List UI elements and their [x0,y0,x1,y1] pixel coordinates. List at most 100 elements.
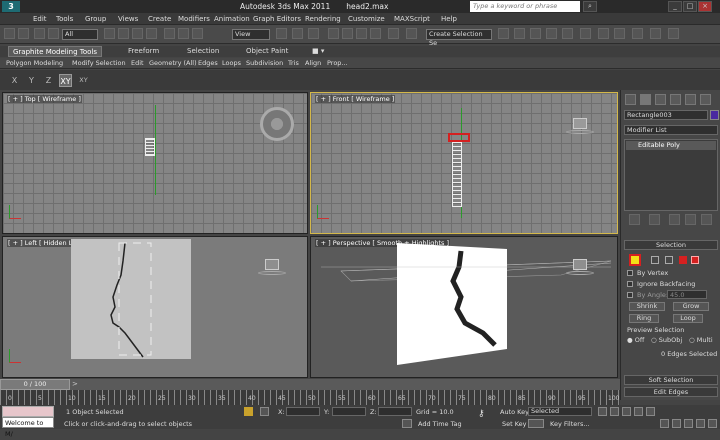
rectangular-selection-icon[interactable] [132,28,143,39]
key-filters-button[interactable]: Key Filters... [550,420,590,428]
panel-modify-selection[interactable]: Modify Selection [72,59,126,67]
element-subobject-icon[interactable] [691,256,699,264]
viewport-front[interactable]: [ + ] Front [ Wireframe ] [310,92,618,234]
welcome-message[interactable]: Welcome to M/ [2,417,54,438]
menu-animation[interactable]: Animation [214,15,250,23]
go-to-start-icon[interactable] [598,407,607,416]
make-unique-icon[interactable] [669,214,680,225]
tab-graphite-modeling-tools[interactable]: Graphite Modeling Tools [8,46,103,57]
object-name-field[interactable]: Rectangle003 [624,110,708,120]
viewcube-icon[interactable] [566,259,594,275]
unlink-icon[interactable] [48,28,59,39]
pivot-center-icon[interactable] [276,28,287,39]
x-coord-field[interactable] [286,407,320,416]
ribbon-options-icon[interactable]: ■ ▾ [308,46,328,57]
edit-edges-rollout-header[interactable]: Edit Edges [624,387,718,397]
schematic-view-icon[interactable] [562,28,573,39]
by-vertex-checkbox[interactable] [627,270,633,276]
preview-off-radio[interactable]: ● Off [627,336,644,344]
rectangle-object-top[interactable] [145,138,155,156]
axis-x-button[interactable]: X [8,74,21,87]
absolute-mode-icon[interactable] [260,407,269,416]
viewport-front-label[interactable]: [ + ] Front [ Wireframe ] [315,95,396,103]
tab-selection[interactable]: Selection [183,46,223,57]
spinner-snap-icon[interactable] [370,28,381,39]
modifier-list-dropdown[interactable]: Modifier List [624,125,718,135]
layer-manager-icon[interactable] [514,28,525,39]
search-icon[interactable]: ⌕ [583,1,597,12]
set-key-icon[interactable] [528,419,544,428]
menu-views[interactable]: Views [118,15,138,23]
panel-polygon-modeling[interactable]: Polygon Modeling [6,59,63,67]
auto-key-button[interactable]: Auto Key [500,408,529,416]
panel-geometry-all[interactable]: Geometry (All) [149,59,197,67]
next-frame-icon[interactable]: > [72,380,78,388]
viewcube-icon[interactable] [566,118,594,134]
minimize-button[interactable]: _ [668,1,682,12]
by-angle-checkbox[interactable] [627,292,633,298]
viewport-top-label[interactable]: [ + ] Top [ Wireframe ] [7,95,82,103]
menu-help[interactable]: Help [441,15,457,23]
viewcube-icon[interactable] [260,107,294,141]
keyboard-shortcut-override-icon[interactable] [308,28,319,39]
zoom-all-icon[interactable] [672,419,681,428]
search-input[interactable]: Type a keyword or phrase [470,1,580,12]
menu-graph-editors[interactable]: Graph Editors [253,15,301,23]
viewport-perspective[interactable]: [ + ] Perspective [ Smooth + Highlights … [310,236,618,378]
configure-modifier-sets-icon[interactable] [701,214,712,225]
activeshade-icon[interactable] [668,28,679,39]
remove-modifier-icon[interactable] [685,214,696,225]
axis-y-button[interactable]: Y [25,74,38,87]
menu-customize[interactable]: Customize [348,15,385,23]
select-and-scale-icon[interactable] [192,28,203,39]
add-time-tag-button[interactable]: Add Time Tag [418,420,462,428]
head-profile-sketch[interactable] [103,241,163,359]
shrink-button[interactable]: Shrink [629,302,665,311]
panel-align[interactable]: Align [305,59,321,67]
menu-group[interactable]: Group [85,15,106,23]
axis-xy-flyout-button[interactable]: XY [77,74,90,87]
pan-icon[interactable] [684,419,693,428]
axis-z-button[interactable]: Z [42,74,55,87]
render-setup-icon[interactable] [598,28,609,39]
track-bar[interactable]: 0 5 10 15 20 25 30 35 40 45 50 55 60 65 70 75 80 85 90 95 10… [0,390,620,405]
ring-button[interactable]: Ring [629,314,659,323]
border-subobject-icon[interactable] [665,256,673,264]
utilities-panel-icon[interactable] [700,94,711,105]
named-selection-set-dropdown[interactable]: Create Selection Se [426,29,492,47]
preview-subobj-radio[interactable]: ○ SubObj [651,336,682,344]
snaps-toggle-icon[interactable] [328,28,339,39]
menu-rendering[interactable]: Rendering [305,15,341,23]
y-coord-field[interactable] [332,407,366,416]
previous-frame-icon[interactable] [610,407,619,416]
pin-stack-icon[interactable] [629,214,640,225]
show-end-result-icon[interactable] [649,214,660,225]
tab-object-paint[interactable]: Object Paint [242,46,292,57]
render-production-icon[interactable] [632,28,643,39]
graphite-toggle-icon[interactable] [530,28,541,39]
maximize-viewport-icon[interactable] [708,419,717,428]
object-color-swatch[interactable] [710,110,719,120]
loop-button[interactable]: Loop [673,314,703,323]
rendered-frame-window-icon[interactable] [614,28,625,39]
viewcube-icon[interactable] [258,259,286,275]
modify-panel-icon[interactable] [640,94,651,105]
viewport-top[interactable]: [ + ] Top [ Wireframe ] [2,92,308,234]
zoom-icon[interactable] [660,419,669,428]
go-to-end-icon[interactable] [646,407,655,416]
window-crossing-icon[interactable] [146,28,157,39]
app-logo-icon[interactable]: 3 [2,1,20,12]
mirror-icon[interactable] [406,28,417,39]
edit-named-selection-icon[interactable] [388,28,399,39]
select-and-rotate-icon[interactable] [178,28,189,39]
selection-rollout-header[interactable]: Selection [624,240,718,250]
close-button[interactable]: × [698,1,712,12]
menu-create[interactable]: Create [148,15,171,23]
select-by-name-icon[interactable] [118,28,129,39]
hierarchy-panel-icon[interactable] [655,94,666,105]
redo-icon[interactable] [18,28,29,39]
edge-subobject-icon[interactable] [651,256,659,264]
key-mode-dropdown[interactable]: Selected [528,407,592,416]
viewport-left[interactable]: [ + ] Left [ Hidden Line ] [2,236,308,378]
preview-multi-radio[interactable]: ○ Multi [689,336,713,344]
